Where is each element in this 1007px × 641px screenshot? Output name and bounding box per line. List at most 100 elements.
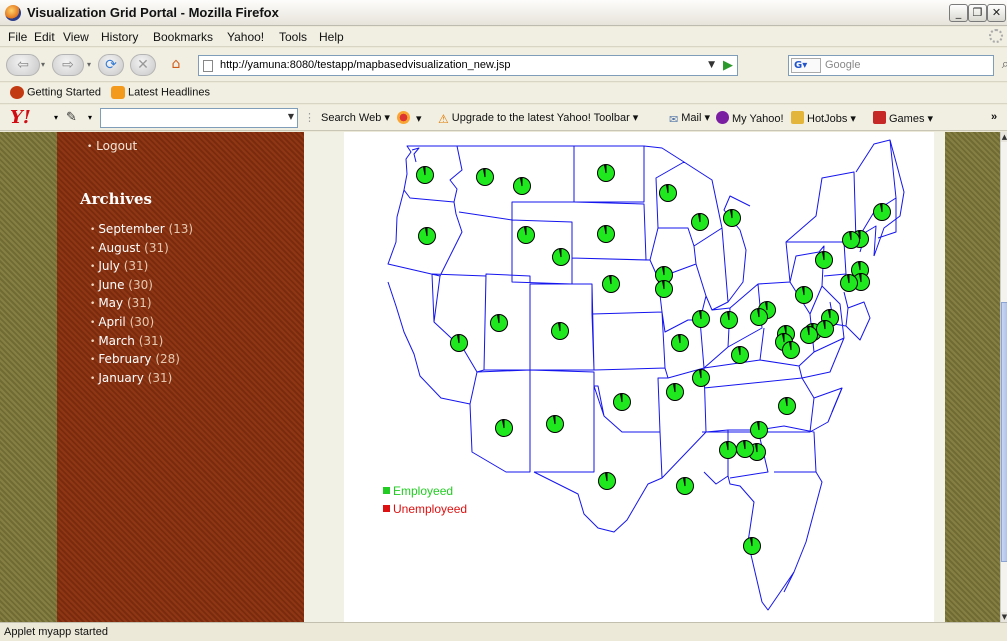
forward-button[interactable]: ⇨ (52, 54, 84, 76)
reload-button[interactable]: ⟳ (98, 54, 124, 76)
archive-item[interactable]: • June (30) (90, 278, 193, 297)
state-employment-marker[interactable] (551, 322, 569, 340)
yahoo-search-input[interactable]: ▼ (100, 108, 298, 128)
state-employment-marker[interactable] (736, 440, 754, 458)
pencil-icon[interactable]: ✎ (66, 110, 77, 125)
search-web-button[interactable]: Search Web ▾ (321, 111, 390, 124)
state-employment-marker[interactable] (840, 274, 858, 292)
state-employment-marker[interactable] (476, 168, 494, 186)
state-employment-marker[interactable] (598, 472, 616, 490)
state-employment-marker[interactable] (546, 415, 564, 433)
bookmark-getting-started[interactable]: Getting Started (10, 86, 101, 99)
close-button[interactable]: ✕ (987, 4, 1006, 22)
state-employment-marker[interactable] (655, 280, 673, 298)
url-dropdown-icon[interactable]: ▼ (708, 60, 715, 70)
scroll-up-arrow-icon[interactable]: ▲ (1001, 132, 1007, 142)
address-url[interactable]: http://yamuna:8080/testapp/mapbasedvisua… (220, 59, 510, 71)
menu-tools[interactable]: Tools (279, 30, 307, 44)
state-employment-marker[interactable] (692, 310, 710, 328)
archive-item[interactable]: • March (31) (90, 334, 193, 353)
state-employment-marker[interactable] (602, 275, 620, 293)
scroll-down-arrow-icon[interactable]: ▼ (1001, 612, 1007, 622)
yahoo-search-dropdown-icon[interactable]: ▼ (288, 112, 294, 121)
menu-help[interactable]: Help (319, 30, 344, 44)
state-employment-marker[interactable] (513, 177, 531, 195)
menu-file[interactable]: File (8, 30, 27, 44)
search-box[interactable]: G▾ Google ⌕ (788, 55, 1007, 76)
vertical-scrollbar[interactable]: ▲ ▼ (1000, 132, 1007, 622)
logout-link[interactable]: • Logout (87, 139, 137, 153)
go-icon[interactable]: ▶ (723, 58, 733, 73)
menu-edit[interactable]: Edit (34, 30, 55, 44)
state-employment-marker[interactable] (719, 441, 737, 459)
archive-item[interactable]: • August (31) (90, 241, 193, 260)
state-employment-marker[interactable] (782, 341, 800, 359)
back-button[interactable]: ⇦ (6, 54, 40, 76)
state-employment-marker[interactable] (676, 477, 694, 495)
usa-map-applet[interactable] (344, 132, 934, 622)
state-markers[interactable] (416, 164, 891, 555)
mail-button[interactable]: ✉ Mail ▾ (669, 111, 710, 126)
state-employment-marker[interactable] (731, 346, 749, 364)
bullet-icon: • (90, 299, 96, 310)
state-employment-marker[interactable] (873, 203, 891, 221)
menu-history[interactable]: History (101, 30, 138, 44)
games-button[interactable]: Games ▾ (873, 111, 933, 125)
state-employment-marker[interactable] (842, 231, 860, 249)
state-employment-marker[interactable] (659, 184, 677, 202)
scrollbar-thumb[interactable] (1001, 302, 1007, 562)
state-employment-marker[interactable] (597, 164, 615, 182)
state-employment-marker[interactable] (743, 537, 761, 555)
minimize-button[interactable]: _ (949, 4, 968, 22)
menu-view[interactable]: View (63, 30, 89, 44)
archive-item[interactable]: • January (31) (90, 371, 193, 390)
state-employment-marker[interactable] (490, 314, 508, 332)
state-employment-marker[interactable] (795, 286, 813, 304)
state-employment-marker[interactable] (720, 311, 738, 329)
crosshair-button[interactable]: ▾ (397, 111, 422, 125)
search-icon[interactable]: ⌕ (1002, 57, 1007, 72)
address-bar[interactable]: http://yamuna:8080/testapp/mapbasedvisua… (198, 55, 738, 76)
state-employment-marker[interactable] (800, 326, 818, 344)
toolbar-overflow-icon[interactable]: » (991, 111, 997, 123)
archive-item[interactable]: • September (13) (90, 222, 193, 241)
back-history-chevron-icon[interactable]: ▾ (41, 60, 45, 69)
pencil-chevron-icon[interactable]: ▾ (88, 113, 92, 122)
archive-item[interactable]: • May (31) (90, 296, 193, 315)
my-yahoo-button[interactable]: My Yahoo! (716, 111, 784, 125)
content-gutter-right (934, 132, 945, 622)
search-engine-selector[interactable]: G▾ (791, 58, 821, 73)
home-button[interactable]: ⌂ (162, 54, 190, 76)
state-employment-marker[interactable] (613, 393, 631, 411)
upgrade-toolbar-button[interactable]: ⚠ Upgrade to the latest Yahoo! Toolbar ▾ (438, 111, 638, 126)
archive-item[interactable]: • February (28) (90, 352, 193, 371)
state-employment-marker[interactable] (723, 209, 741, 227)
state-employment-marker[interactable] (552, 248, 570, 266)
state-employment-marker[interactable] (692, 369, 710, 387)
state-employment-marker[interactable] (418, 227, 436, 245)
state-employment-marker[interactable] (666, 383, 684, 401)
bookmark-latest-headlines[interactable]: Latest Headlines (111, 86, 210, 99)
yahoo-logo[interactable]: Y! (10, 107, 31, 128)
hotjobs-button[interactable]: HotJobs ▾ (791, 111, 856, 125)
menu-yahoo[interactable]: Yahoo! (227, 30, 264, 44)
state-employment-marker[interactable] (597, 225, 615, 243)
archive-item[interactable]: • April (30) (90, 315, 193, 334)
state-employment-marker[interactable] (450, 334, 468, 352)
state-employment-marker[interactable] (815, 251, 833, 269)
state-employment-marker[interactable] (495, 419, 513, 437)
state-employment-marker[interactable] (416, 166, 434, 184)
state-employment-marker[interactable] (517, 226, 535, 244)
state-employment-marker[interactable] (778, 397, 796, 415)
state-employment-marker[interactable] (750, 308, 768, 326)
state-employment-marker[interactable] (671, 334, 689, 352)
state-employment-marker[interactable] (750, 421, 768, 439)
maximize-button[interactable]: ❐ (968, 4, 987, 22)
state-employment-marker[interactable] (691, 213, 709, 231)
yahoo-menu-chevron-icon[interactable]: ▾ (54, 113, 58, 122)
stop-button[interactable]: ✕ (130, 54, 156, 76)
state-employment-marker[interactable] (816, 320, 834, 338)
forward-history-chevron-icon[interactable]: ▾ (87, 60, 91, 69)
archive-item[interactable]: • July (31) (90, 259, 193, 278)
menu-bookmarks[interactable]: Bookmarks (153, 30, 213, 44)
